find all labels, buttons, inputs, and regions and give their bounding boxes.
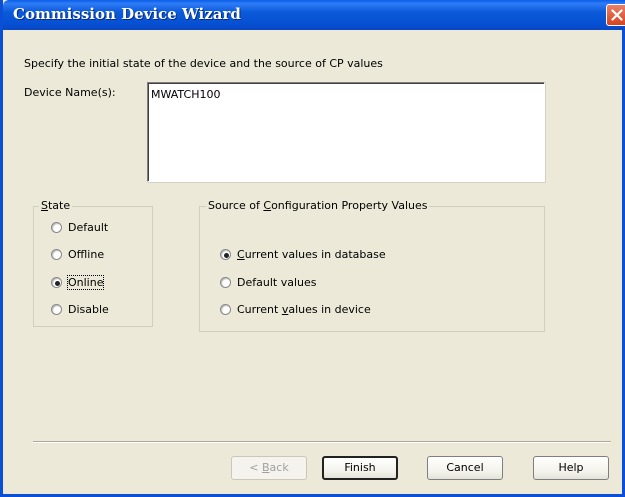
radio-label: Offline [68,248,105,261]
instruction-text: Specify the initial state of the device … [24,57,383,70]
source-group: Source of Configuration Property Values … [199,199,545,332]
back-button[interactable]: < Back [231,456,307,480]
radio-button[interactable] [220,249,231,260]
device-name-field[interactable]: MWATCH100 [147,82,545,182]
separator-line [33,441,611,443]
radio-label: Online [66,275,105,290]
radio-label: Default [68,221,109,234]
radio-label: Current values in database [237,248,386,261]
state-group: State Default Offline Online Disable [33,199,153,327]
radio-selected-dot [224,253,229,258]
window-title: Commission Device Wizard [13,5,241,23]
device-name-label: Device Name(s): [24,86,116,99]
close-button[interactable] [606,4,625,26]
finish-button[interactable]: Finish [322,456,398,480]
close-icon [611,9,623,21]
help-button[interactable]: Help [533,456,609,480]
radio-button[interactable] [51,277,62,288]
radio-button[interactable] [220,277,231,288]
device-name-value: MWATCH100 [151,88,221,101]
wizard-window: Commission Device Wizard Specify the ini… [0,0,625,497]
source-group-legend: Source of Configuration Property Values [206,199,430,212]
cancel-button[interactable]: Cancel [427,456,503,480]
title-bar[interactable]: Commission Device Wizard [3,0,625,30]
radio-button[interactable] [51,222,62,233]
radio-label: Disable [68,303,109,316]
radio-label: Default values [237,276,317,289]
state-group-legend: State [39,199,73,212]
radio-button[interactable] [51,304,62,315]
radio-button[interactable] [220,304,231,315]
radio-label: Current values in device [237,303,371,316]
radio-selected-dot [55,281,60,286]
radio-button[interactable] [51,249,62,260]
